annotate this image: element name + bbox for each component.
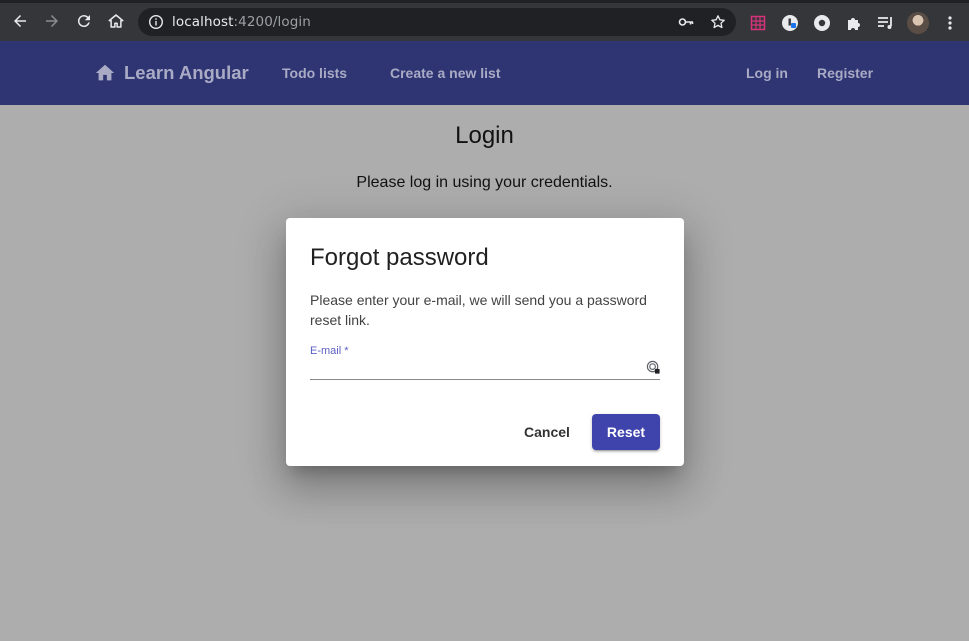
home-icon xyxy=(95,64,115,81)
menu-dots-icon[interactable] xyxy=(940,13,960,33)
address-bar[interactable]: localhost:4200/login xyxy=(138,8,736,36)
nav-login[interactable]: Log in xyxy=(746,65,788,81)
dialog-title: Forgot password xyxy=(310,244,489,271)
nav-todo-lists[interactable]: Todo lists xyxy=(282,65,347,81)
cancel-button[interactable]: Cancel xyxy=(514,414,580,450)
forgot-password-dialog: Forgot password Please enter your e-mail… xyxy=(286,218,684,466)
dialog-description: Please enter your e-mail, we will send y… xyxy=(310,292,647,328)
puzzle-icon[interactable] xyxy=(844,13,864,33)
password-manager-icon[interactable] xyxy=(646,360,661,375)
star-icon[interactable] xyxy=(710,14,726,30)
url-text: localhost:4200/login xyxy=(172,14,311,30)
brand-link[interactable]: Learn Angular xyxy=(94,62,249,84)
browser-chrome: localhost:4200/login xyxy=(0,0,969,41)
email-field[interactable] xyxy=(310,359,660,379)
page-subtitle: Please log in using your credentials. xyxy=(356,174,613,191)
brand-title: Learn Angular xyxy=(124,62,249,83)
grid-extension-icon[interactable] xyxy=(748,13,768,33)
reset-button[interactable]: Reset xyxy=(592,414,660,450)
media-queue-icon[interactable] xyxy=(876,13,896,33)
back-icon[interactable] xyxy=(9,10,31,32)
site-info-icon[interactable] xyxy=(148,14,164,30)
nav-register[interactable]: Register xyxy=(817,65,873,81)
app-toolbar: Learn Angular Todo lists Create a new li… xyxy=(0,41,969,105)
page-title: Login xyxy=(455,122,514,149)
shield-extension-icon[interactable] xyxy=(812,13,832,33)
forward-icon[interactable] xyxy=(41,10,63,32)
key-icon[interactable] xyxy=(678,14,694,30)
email-label: E-mail * xyxy=(310,345,349,357)
reload-icon[interactable] xyxy=(73,10,95,32)
profile-avatar[interactable] xyxy=(907,12,929,34)
home-icon[interactable] xyxy=(105,10,127,32)
email-underline xyxy=(310,379,660,380)
lock-extension-icon[interactable] xyxy=(780,13,800,33)
nav-create-list[interactable]: Create a new list xyxy=(390,65,501,81)
